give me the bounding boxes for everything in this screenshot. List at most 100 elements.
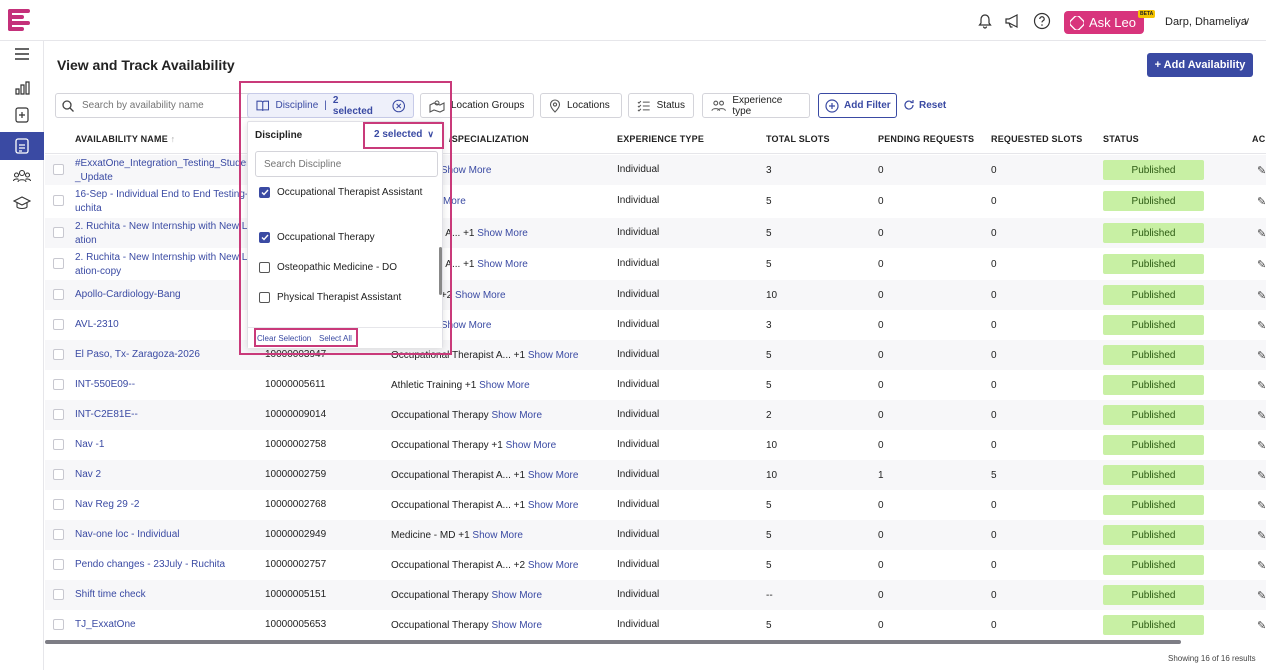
table-row[interactable]: Nav -1 10000002758 Occupational Therapy +1… <box>45 430 1266 460</box>
availability-name-link[interactable]: Nav Reg 29 -2 <box>75 498 139 512</box>
show-more-link[interactable]: Show More <box>455 290 506 301</box>
availability-name-link[interactable]: AVL-2310 <box>75 318 119 332</box>
availability-name-link[interactable]: 16-Sep - Individual End to End Testing- … <box>75 188 248 216</box>
availability-name-link[interactable]: Nav-one loc - Individual <box>75 528 180 542</box>
row-checkbox[interactable] <box>53 319 64 330</box>
status-filter[interactable]: Status <box>628 93 694 118</box>
row-checkbox[interactable] <box>53 164 64 175</box>
table-row[interactable]: 16-Sep - Individual End to End Testing- … <box>45 186 1266 216</box>
edit-icon[interactable]: ✎ <box>1257 164 1266 177</box>
row-checkbox[interactable] <box>53 227 64 238</box>
reset-button[interactable]: Reset <box>903 99 946 111</box>
show-more-link[interactable]: Show More <box>528 350 579 361</box>
edit-icon[interactable]: ✎ <box>1257 589 1266 602</box>
graduation-icon[interactable] <box>0 190 44 216</box>
col-availability-name[interactable]: AVAILABILITY NAME ↑ <box>75 134 175 144</box>
row-checkbox[interactable] <box>53 258 64 269</box>
show-more-link[interactable]: Show More <box>479 380 530 391</box>
show-more-link[interactable]: Show More <box>491 590 542 601</box>
search-input[interactable] <box>82 100 242 111</box>
ask-leo-button[interactable]: Ask Leo <box>1064 11 1144 34</box>
table-row[interactable]: El Paso, Tx- Zaragoza-2026 10000003947 Occ… <box>45 340 1266 370</box>
availability-name-link[interactable]: El Paso, Tx- Zaragoza-2026 <box>75 348 200 362</box>
row-checkbox[interactable] <box>53 619 64 630</box>
row-checkbox[interactable] <box>53 529 64 540</box>
availability-name-link[interactable]: INT-C2E81E-- <box>75 408 138 422</box>
row-checkbox[interactable] <box>53 409 64 420</box>
show-more-link[interactable]: Show More <box>528 560 579 571</box>
availability-name-link[interactable]: #ExxatOne_Integration_Testing_Studen _Up… <box>75 157 252 185</box>
edit-icon[interactable]: ✎ <box>1257 289 1266 302</box>
app-logo[interactable] <box>8 9 30 33</box>
locations-filter[interactable]: Locations <box>540 93 622 118</box>
col-experience-type[interactable]: EXPERIENCE TYPE <box>617 134 704 144</box>
edit-icon[interactable]: ✎ <box>1257 195 1266 208</box>
table-row[interactable]: Apollo-Cardiology-Bangal Therapy +2 Show… <box>45 280 1266 310</box>
row-checkbox[interactable] <box>53 349 64 360</box>
add-filter-button[interactable]: Add Filter <box>818 93 897 118</box>
table-row[interactable]: TJ_ExxatOne 10000005653 Occupational Thera… <box>45 610 1266 640</box>
col-requested-slots[interactable]: REQUESTED SLOTS <box>991 134 1083 144</box>
reports-icon[interactable] <box>0 75 44 101</box>
edit-icon[interactable]: ✎ <box>1257 258 1266 271</box>
availability-name-link[interactable]: Pendo changes - 23July - Ruchita <box>75 558 225 572</box>
show-more-link[interactable]: Show More <box>528 470 579 481</box>
table-row[interactable]: 2. Ruchita - New Internship with New Lo … <box>45 218 1266 248</box>
show-more-link[interactable]: Show More <box>477 259 528 270</box>
show-more-link[interactable]: Show More <box>477 228 528 239</box>
table-row[interactable]: 2. Ruchita - New Internship with New Lo … <box>45 249 1266 279</box>
table-row[interactable]: Shift time check 10000005151 Occupational … <box>45 580 1266 610</box>
table-row[interactable]: INT-550E09-- 10000005611 Athletic Training… <box>45 370 1266 400</box>
bell-icon[interactable] <box>975 11 995 31</box>
edit-icon[interactable]: ✎ <box>1257 529 1266 542</box>
megaphone-icon[interactable] <box>1003 11 1023 31</box>
availability-name-link[interactable]: INT-550E09-- <box>75 378 135 392</box>
edit-icon[interactable]: ✎ <box>1257 409 1266 422</box>
availability-name-link[interactable]: TJ_ExxatOne <box>75 618 136 632</box>
row-checkbox[interactable] <box>53 559 64 570</box>
edit-icon[interactable]: ✎ <box>1257 379 1266 392</box>
edit-icon[interactable]: ✎ <box>1257 349 1266 362</box>
show-more-link[interactable]: Show More <box>491 410 542 421</box>
edit-icon[interactable]: ✎ <box>1257 439 1266 452</box>
col-discipline[interactable]: /SPECIALIZATION <box>449 134 529 144</box>
add-availability-button[interactable]: + Add Availability <box>1147 53 1253 77</box>
menu-icon[interactable] <box>0 41 44 67</box>
show-more-link[interactable]: Show More <box>472 530 523 541</box>
table-row[interactable]: Nav Reg 29 -2 10000002768 Occupational The… <box>45 490 1266 520</box>
show-more-link[interactable]: Show More <box>528 500 579 511</box>
add-document-icon[interactable] <box>0 102 44 128</box>
table-row[interactable]: #ExxatOne_Integration_Testing_Studen _Up… <box>45 155 1266 185</box>
row-checkbox[interactable] <box>53 439 64 450</box>
row-checkbox[interactable] <box>53 195 64 206</box>
edit-icon[interactable]: ✎ <box>1257 619 1266 632</box>
col-total-slots[interactable]: TOTAL SLOTS <box>766 134 830 144</box>
row-checkbox[interactable] <box>53 469 64 480</box>
table-row[interactable]: Nav-one loc - Individual 10000002949 Medic… <box>45 520 1266 550</box>
availability-icon[interactable] <box>0 132 44 160</box>
edit-icon[interactable]: ✎ <box>1257 227 1266 240</box>
table-row[interactable]: AVL-2310al Therapy Show MoreIndividual30… <box>45 310 1266 340</box>
availability-name-link[interactable]: Shift time check <box>75 588 146 602</box>
row-checkbox[interactable] <box>53 289 64 300</box>
availability-name-link[interactable]: 2. Ruchita - New Internship with New Lo … <box>75 220 253 248</box>
edit-icon[interactable]: ✎ <box>1257 319 1266 332</box>
availability-name-link[interactable]: Nav 2 <box>75 468 101 482</box>
row-checkbox[interactable] <box>53 589 64 600</box>
table-row[interactable]: Nav 2 10000002759 Occupational Therapist A… <box>45 460 1266 490</box>
edit-icon[interactable]: ✎ <box>1257 559 1266 572</box>
chevron-down-icon[interactable]: ∨ <box>1243 16 1250 27</box>
availability-name-link[interactable]: Apollo-Cardiology-Bang <box>75 288 181 302</box>
table-row[interactable]: Pendo changes - 23July - Ruchita 10000002… <box>45 550 1266 580</box>
show-more-link[interactable]: Show More <box>506 440 557 451</box>
experience-type-filter[interactable]: Experience type <box>702 93 810 118</box>
users-icon[interactable] <box>0 163 44 189</box>
help-icon[interactable] <box>1032 11 1052 31</box>
col-status[interactable]: STATUS <box>1103 134 1139 144</box>
horizontal-scrollbar[interactable] <box>45 640 1181 644</box>
edit-icon[interactable]: ✎ <box>1257 469 1266 482</box>
row-checkbox[interactable] <box>53 499 64 510</box>
availability-name-link[interactable]: 2. Ruchita - New Internship with New Lo … <box>75 251 253 279</box>
table-row[interactable]: INT-C2E81E-- 10000009014 Occupational Ther… <box>45 400 1266 430</box>
edit-icon[interactable]: ✎ <box>1257 499 1266 512</box>
